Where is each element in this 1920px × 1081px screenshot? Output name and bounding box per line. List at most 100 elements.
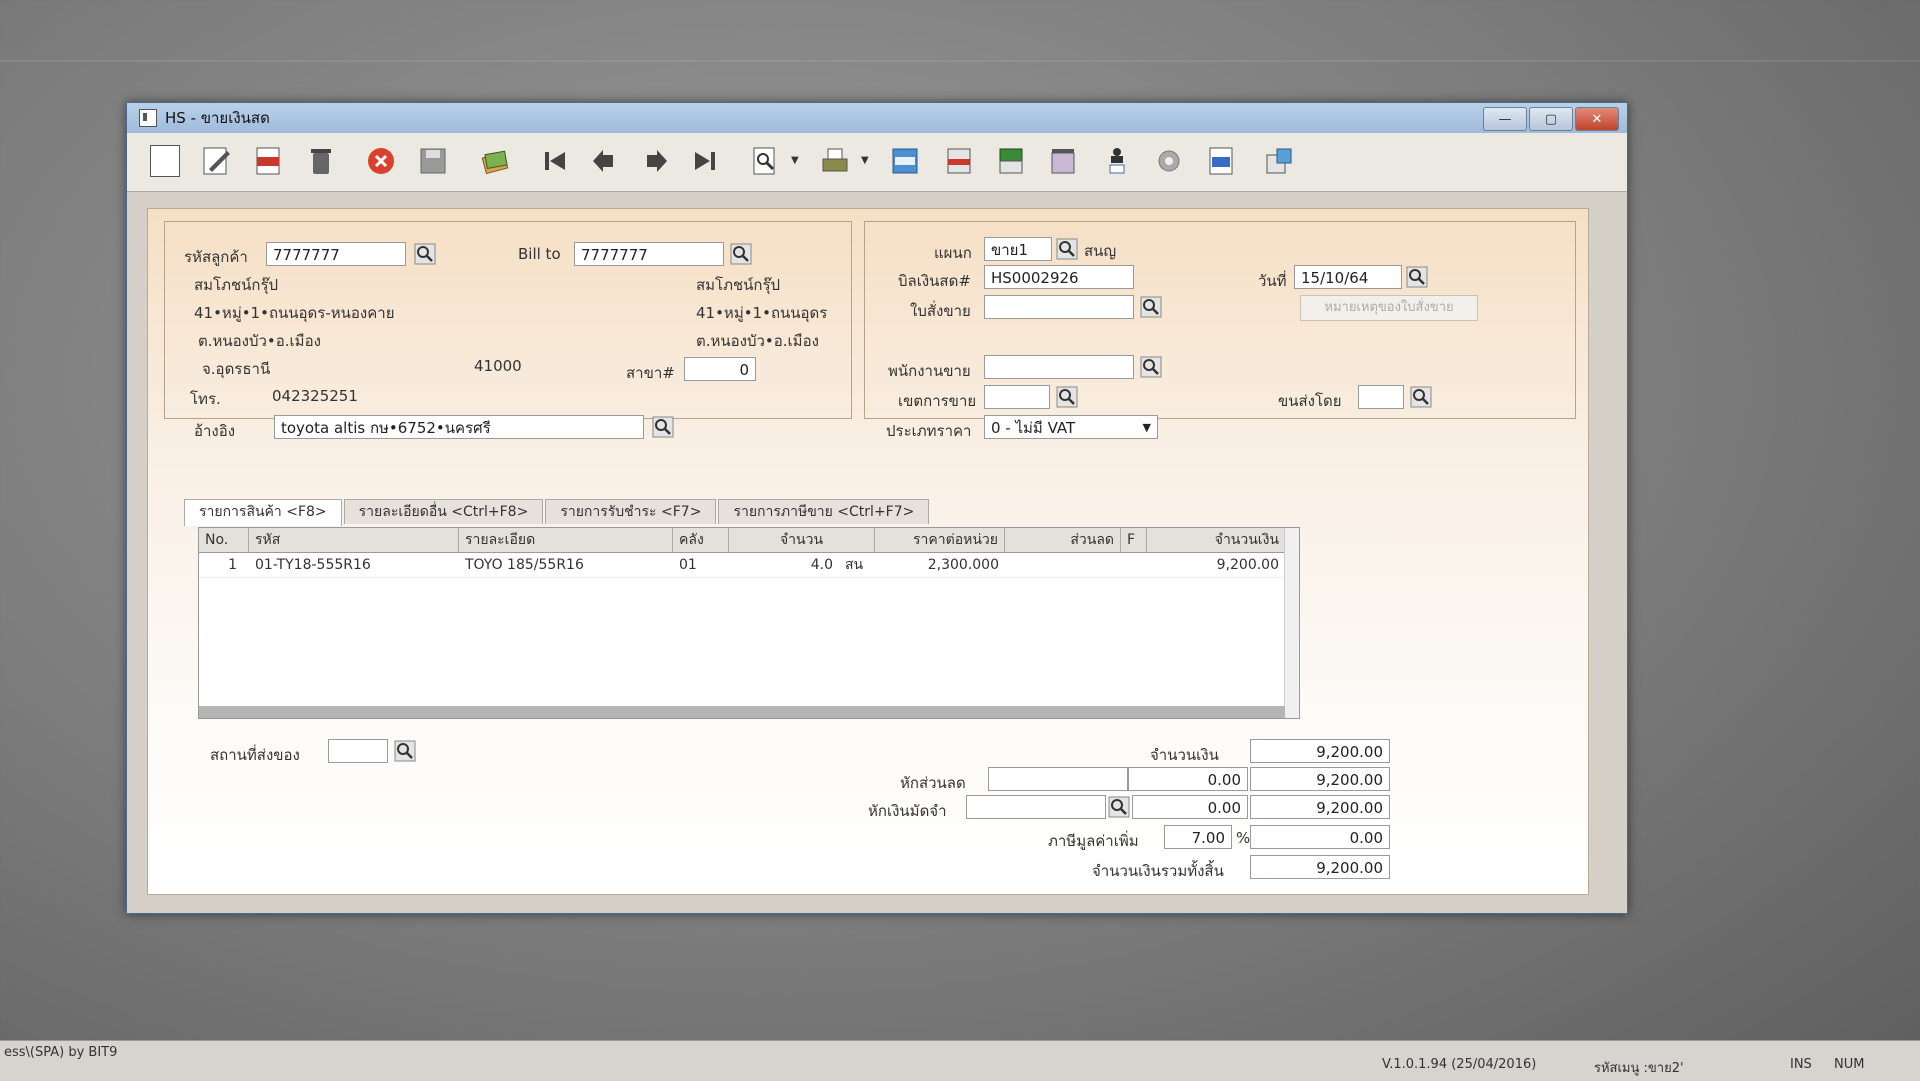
amount-label: จำนวนเงิน — [1150, 746, 1219, 764]
column-no[interactable]: No. — [199, 528, 249, 552]
app-icon — [139, 109, 157, 127]
billto-lookup-icon[interactable] — [730, 243, 752, 265]
customer-code-label: รหัสลูกค้า — [184, 248, 248, 266]
column-unit-price[interactable]: ราคาต่อหน่วย — [875, 528, 1005, 552]
tab-other-details[interactable]: รายละเอียดอื่น <Ctrl+F8> — [343, 499, 544, 524]
save-icon[interactable] — [415, 143, 451, 179]
reference-lookup-icon[interactable] — [652, 416, 674, 438]
customer-address-2: ต.หนองบัว•อ.เมือง — [198, 332, 321, 350]
vat-rate-field[interactable]: 7.00 — [1164, 825, 1232, 849]
billto-address-2: ต.หนองบัว•อ.เมือง — [696, 332, 819, 350]
reference-field[interactable]: toyota altis กษ•6752•นครศรี — [274, 415, 644, 439]
items-grid[interactable]: No. รหัส รายละเอียด คลัง จำนวน ราคาต่อหน… — [198, 527, 1300, 719]
cancel-approve-icon[interactable] — [1151, 143, 1187, 179]
reference-label: อ้างอิง — [194, 422, 236, 440]
first-record-icon[interactable] — [537, 143, 573, 179]
note-icon[interactable] — [887, 143, 923, 179]
edit-document-icon[interactable] — [199, 143, 235, 179]
row-warehouse: 01 — [679, 557, 697, 573]
discount-input[interactable] — [988, 767, 1128, 791]
vat-amount-field: 0.00 — [1250, 825, 1390, 849]
void-document-icon[interactable] — [251, 143, 287, 179]
department-field[interactable]: ขาย1 — [984, 237, 1052, 261]
minimize-button[interactable]: — — [1483, 107, 1527, 131]
last-record-icon[interactable] — [687, 143, 723, 179]
sales-area-lookup-icon[interactable] — [1056, 386, 1078, 408]
grid-header: No. รหัส รายละเอียด คลัง จำนวน ราคาต่อหน… — [199, 528, 1285, 553]
discount-label: หักส่วนลด — [900, 774, 966, 792]
price-type-label: ประเภทราคา — [886, 422, 972, 440]
previous-record-icon[interactable] — [587, 143, 623, 179]
print-dropdown-icon[interactable]: ▼ — [861, 155, 871, 166]
grid-horizontal-scrollbar[interactable] — [199, 706, 1285, 718]
recalc-icon[interactable] — [1045, 143, 1081, 179]
journal-icon[interactable] — [941, 143, 977, 179]
chevron-down-icon: ▼ — [1142, 421, 1151, 434]
deposit-amount-field: 0.00 — [1132, 795, 1248, 819]
toolbar: ▼ ▼ — [127, 133, 1627, 192]
ship-place-field[interactable] — [328, 739, 388, 763]
grand-total-label: จำนวนเงินรวมทั้งสิ้น — [1092, 862, 1224, 880]
ship-place-label: สถานที่ส่งของ — [210, 746, 300, 764]
close-button[interactable]: ✕ — [1575, 107, 1619, 131]
window-title: HS - ขายเงินสด — [165, 109, 270, 127]
export-icon[interactable] — [1261, 143, 1297, 179]
sale-order-note-button[interactable]: หมายเหตุของใบสั่งขาย — [1300, 295, 1478, 321]
grid-vertical-scrollbar[interactable] — [1284, 528, 1299, 718]
column-discount[interactable]: ส่วนลด — [1005, 528, 1121, 552]
sale-order-icon[interactable] — [993, 143, 1029, 179]
bill-number-field[interactable]: HS0002926 — [984, 265, 1134, 289]
delete-trash-icon[interactable] — [303, 143, 339, 179]
tab-payments[interactable]: รายการรับชำระ <F7> — [545, 499, 717, 524]
salesman-field[interactable] — [984, 355, 1134, 379]
table-row[interactable]: 1 01-TY18-555R16 TOYO 185/55R16 01 4.0 ส… — [199, 553, 1285, 578]
search-document-icon[interactable] — [747, 143, 783, 179]
phone-label: โทร. — [190, 390, 221, 408]
customer-name: สมโภชน์กรุ๊ป — [194, 276, 279, 294]
branch-field[interactable]: 0 — [684, 357, 756, 381]
column-f[interactable]: F — [1121, 528, 1147, 552]
vat-percent-sign: % — [1236, 829, 1251, 847]
salesman-lookup-icon[interactable] — [1140, 356, 1162, 378]
date-field[interactable]: 15/10/64 — [1294, 265, 1402, 289]
form-area: รหัสลูกค้า 7777777 สมโภชน์กรุ๊ป 41•หมู่•… — [147, 208, 1589, 895]
price-type-value: 0 - ไม่มี VAT — [991, 419, 1076, 437]
row-amount: 9,200.00 — [1216, 557, 1279, 573]
ok-document-icon[interactable] — [1203, 143, 1239, 179]
next-record-icon[interactable] — [637, 143, 673, 179]
billto-code-field[interactable]: 7777777 — [574, 242, 724, 266]
ship-by-field[interactable] — [1358, 385, 1404, 409]
ship-by-lookup-icon[interactable] — [1410, 386, 1432, 408]
billto-address-1: 41•หมู่•1•ถนนอุดร — [696, 304, 828, 322]
amount-field: 9,200.00 — [1250, 739, 1390, 763]
column-description[interactable]: รายละเอียด — [459, 528, 673, 552]
price-type-select[interactable]: 0 - ไม่มี VAT ▼ — [984, 415, 1158, 439]
approve-stamp-icon[interactable] — [1099, 143, 1135, 179]
new-document-icon[interactable] — [147, 143, 183, 179]
column-code[interactable]: รหัส — [249, 528, 459, 552]
maximize-button[interactable]: ▢ — [1529, 107, 1573, 131]
cancel-icon[interactable] — [363, 143, 399, 179]
sale-order-lookup-icon[interactable] — [1140, 296, 1162, 318]
copy-documents-icon[interactable] — [477, 143, 513, 179]
deposit-input[interactable] — [966, 795, 1106, 819]
customer-code-field[interactable]: 7777777 — [266, 242, 406, 266]
department-lookup-icon[interactable] — [1056, 238, 1078, 260]
tab-sales-tax[interactable]: รายการภาษีขาย <Ctrl+F7> — [718, 499, 930, 524]
date-picker-icon[interactable] — [1406, 266, 1428, 288]
print-icon[interactable] — [817, 143, 853, 179]
column-warehouse[interactable]: คลัง — [673, 528, 729, 552]
status-num: NUM — [1834, 1057, 1865, 1072]
sales-area-field[interactable] — [984, 385, 1050, 409]
deposit-lookup-icon[interactable] — [1108, 796, 1130, 818]
search-dropdown-icon[interactable]: ▼ — [791, 155, 801, 166]
title-bar[interactable]: HS - ขายเงินสด — ▢ ✕ — [127, 103, 1627, 133]
tab-items[interactable]: รายการสินค้า <F8> — [184, 499, 342, 526]
sale-order-field[interactable] — [984, 295, 1134, 319]
column-quantity[interactable]: จำนวน — [729, 528, 875, 552]
customer-lookup-icon[interactable] — [414, 243, 436, 265]
status-version: V.1.0.1.94 (25/04/2016) — [1382, 1057, 1537, 1072]
billto-name: สมโภชน์กรุ๊ป — [696, 276, 781, 294]
ship-place-lookup-icon[interactable] — [394, 740, 416, 762]
column-amount[interactable]: จำนวนเงิน — [1147, 528, 1285, 552]
